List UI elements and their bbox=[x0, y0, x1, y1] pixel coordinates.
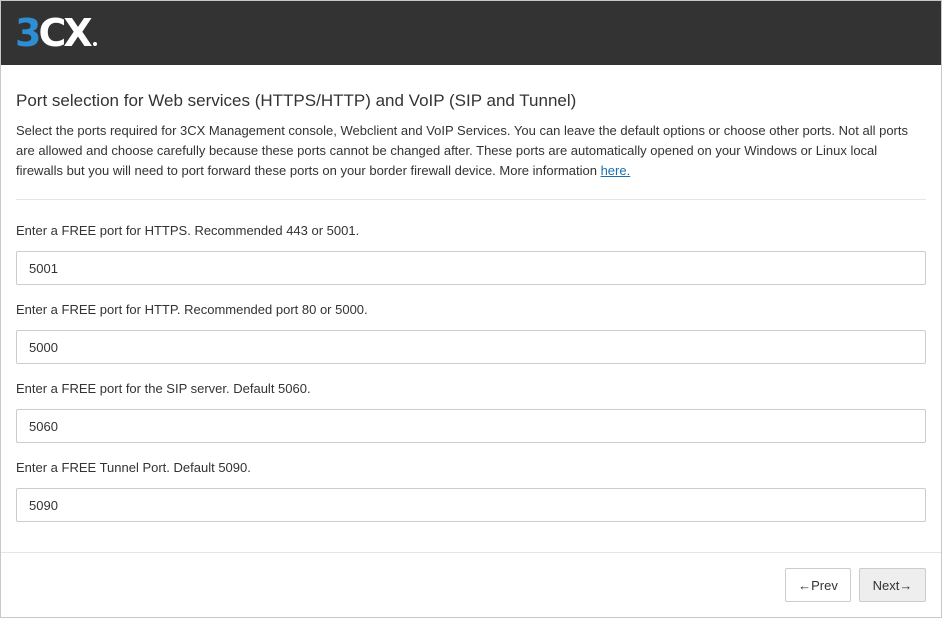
more-info-link[interactable]: here. bbox=[601, 163, 631, 178]
https-port-input[interactable] bbox=[16, 251, 926, 285]
sip-port-input[interactable] bbox=[16, 409, 926, 443]
tunnel-port-input[interactable] bbox=[16, 488, 926, 522]
sip-port-label: Enter a FREE port for the SIP server. De… bbox=[16, 381, 311, 396]
intro-paragraph: Select the ports required for 3CX Manage… bbox=[16, 121, 924, 181]
section-divider bbox=[16, 199, 926, 200]
next-button[interactable]: Next→ bbox=[859, 568, 926, 602]
footer-divider bbox=[1, 552, 941, 553]
setup-wizard-page: 3CX Port selection for Web services (HTT… bbox=[0, 0, 942, 618]
http-port-input[interactable] bbox=[16, 330, 926, 364]
header-bar: 3CX bbox=[1, 1, 941, 65]
intro-text: Select the ports required for 3CX Manage… bbox=[16, 123, 908, 178]
https-port-label: Enter a FREE port for HTTPS. Recommended… bbox=[16, 223, 360, 238]
3cx-logo: 3CX bbox=[15, 13, 97, 53]
http-port-label: Enter a FREE port for HTTP. Recommended … bbox=[16, 302, 368, 317]
tunnel-port-label: Enter a FREE Tunnel Port. Default 5090. bbox=[16, 460, 251, 475]
prev-button[interactable]: ←Prev bbox=[785, 568, 851, 602]
page-title: Port selection for Web services (HTTPS/H… bbox=[16, 91, 577, 110]
